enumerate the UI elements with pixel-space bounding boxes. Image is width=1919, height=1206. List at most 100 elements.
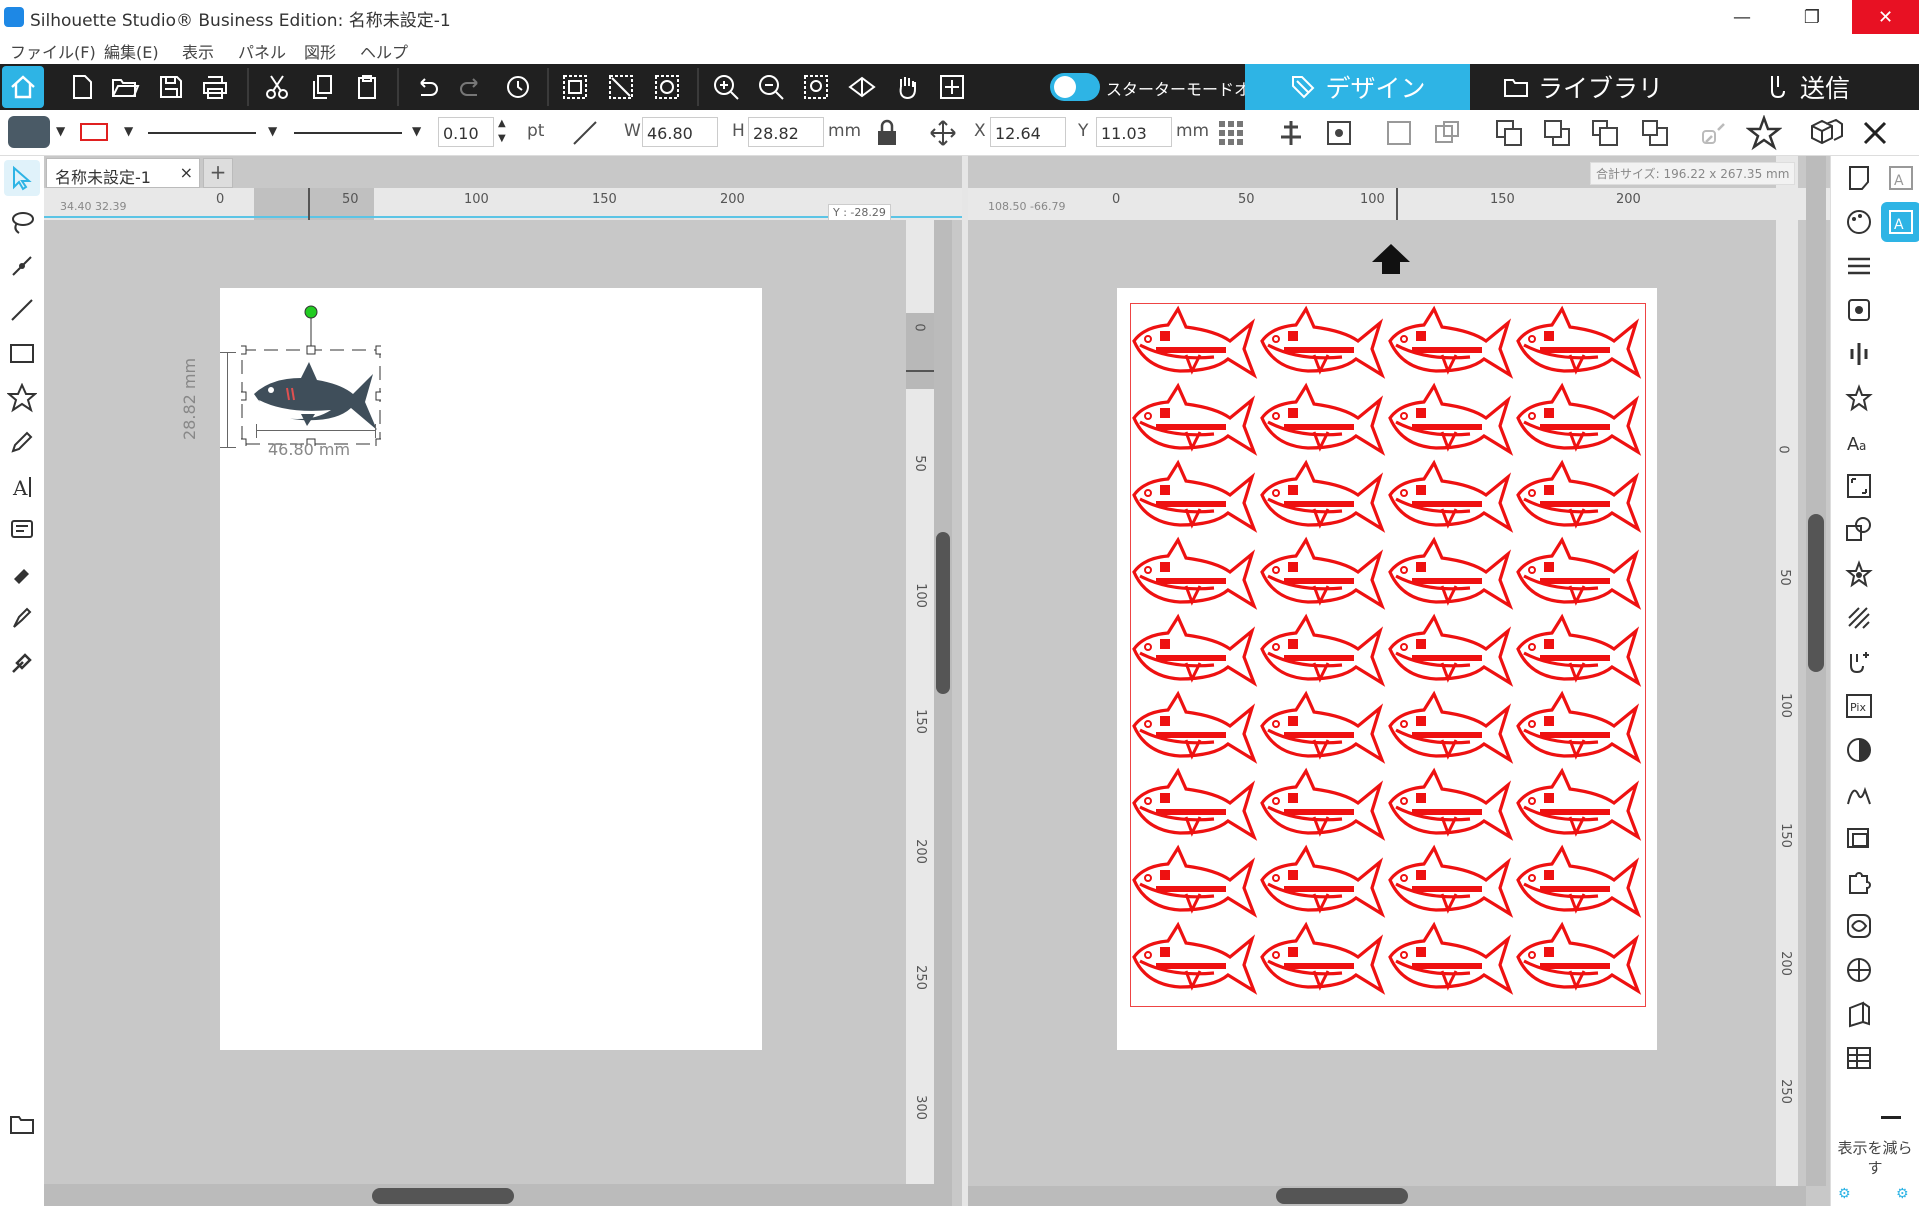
eraser-tool[interactable]: [4, 556, 40, 592]
redo-button[interactable]: [454, 70, 488, 104]
tab-send[interactable]: 送信: [1695, 64, 1919, 110]
line-width-input[interactable]: 0.10: [438, 117, 494, 147]
eyedropper-tool[interactable]: [4, 644, 40, 680]
align-center-icon[interactable]: [1276, 118, 1306, 148]
modify-panel[interactable]: [1841, 512, 1877, 548]
cut-preview-canvas[interactable]: 108.50 -66.79 0 50 100 150 200 0 50 100 …: [968, 156, 1830, 1206]
bring-forward-icon[interactable]: [1590, 118, 1620, 148]
menu-shapes[interactable]: 図形: [304, 39, 336, 63]
pixscan-panel[interactable]: Pix: [1841, 688, 1877, 724]
save-button[interactable]: [154, 70, 188, 104]
zoom-fit-button[interactable]: [799, 70, 833, 104]
align-panel[interactable]: [1841, 336, 1877, 372]
scale-panel[interactable]: [1841, 468, 1877, 504]
bring-to-front-icon[interactable]: [1494, 118, 1524, 148]
3d-panel[interactable]: [1841, 996, 1877, 1032]
menu-edit[interactable]: 編集(E): [104, 39, 159, 63]
fill-color-swatch[interactable]: [8, 116, 50, 148]
compound-path-button[interactable]: [650, 70, 684, 104]
design-canvas[interactable]: 34.40 32.39 0 50 100 150 200 Y : -28.29 …: [44, 188, 962, 1206]
line-join-dropdown-icon[interactable]: ▼: [412, 124, 421, 138]
favorite-star-icon[interactable]: [1746, 115, 1782, 151]
fill-panel[interactable]: [1841, 204, 1877, 240]
line-style-preview[interactable]: [148, 132, 256, 134]
collapse-bar-icon[interactable]: [1881, 1116, 1901, 1119]
library-star-panel[interactable]: [1841, 556, 1877, 592]
paste-button[interactable]: [350, 70, 384, 104]
text-style-panel[interactable]: A: [1883, 160, 1919, 196]
document-tab-close[interactable]: ×: [180, 163, 193, 182]
line-style-dropdown-icon[interactable]: ▼: [268, 124, 277, 138]
text-tool[interactable]: A: [4, 468, 40, 504]
pan-button[interactable]: [890, 70, 924, 104]
replicate-panel[interactable]: [1841, 380, 1877, 416]
fill-dropdown-icon[interactable]: ▼: [56, 124, 65, 138]
send-panel-active[interactable]: A: [1881, 202, 1919, 242]
note-tool[interactable]: [4, 512, 40, 548]
close-panel-icon[interactable]: [1860, 118, 1890, 148]
minimize-button[interactable]: —: [1712, 0, 1772, 34]
send-to-back-icon[interactable]: [1542, 118, 1572, 148]
show-less-button[interactable]: 表示を減らす: [1833, 1138, 1917, 1178]
weld-icon[interactable]: [1384, 118, 1414, 148]
offset-panel[interactable]: [1841, 908, 1877, 944]
x-position-input[interactable]: 12.64: [990, 117, 1066, 147]
horizontal-scrollbar[interactable]: [44, 1184, 952, 1206]
image-panel[interactable]: [1841, 292, 1877, 328]
rhinestone-panel[interactable]: [1841, 952, 1877, 988]
page-setup-panel[interactable]: [1841, 160, 1877, 196]
width-input[interactable]: 46.80: [642, 117, 718, 147]
menu-help[interactable]: ヘルプ: [360, 39, 408, 63]
layers-panel[interactable]: [1841, 1040, 1877, 1076]
move-icon[interactable]: [928, 118, 958, 148]
knife-tool[interactable]: [4, 600, 40, 636]
stroke-color-swatch[interactable]: [80, 123, 108, 141]
line-join-preview[interactable]: [294, 132, 402, 134]
restore-button[interactable]: ❐: [1782, 0, 1842, 34]
sketch-panel[interactable]: [1841, 600, 1877, 636]
3d-cubes-icon[interactable]: [1808, 116, 1844, 150]
polygon-tool[interactable]: [4, 380, 40, 416]
reference-point-icon[interactable]: [1216, 118, 1246, 148]
new-file-button[interactable]: [65, 70, 99, 104]
line-style-panel[interactable]: [1841, 248, 1877, 284]
trace-panel[interactable]: [1841, 732, 1877, 768]
cut-button[interactable]: [260, 70, 294, 104]
height-input[interactable]: 28.82: [748, 117, 824, 147]
line-tool[interactable]: [4, 292, 40, 328]
tab-library[interactable]: ライブラリ: [1470, 64, 1695, 110]
sketch-font-panel[interactable]: [1841, 776, 1877, 812]
vertical-scrollbar[interactable]: [934, 220, 952, 1184]
zoom-in-button[interactable]: [709, 70, 743, 104]
group-button[interactable]: [558, 70, 592, 104]
preview-vertical-scrollbar[interactable]: [1806, 156, 1826, 1186]
center-to-page-icon[interactable]: [1324, 118, 1354, 148]
stroke-dropdown-icon[interactable]: ▼: [124, 124, 133, 138]
add-document-button[interactable]: +: [203, 158, 233, 188]
menu-panel[interactable]: パネル: [238, 39, 286, 63]
y-position-input[interactable]: 11.03: [1096, 117, 1172, 147]
open-button[interactable]: [108, 70, 142, 104]
lock-aspect-icon[interactable]: [874, 118, 900, 148]
home-button[interactable]: [2, 66, 44, 108]
tab-design[interactable]: デザイン: [1245, 64, 1470, 110]
font-panel[interactable]: Aa: [1841, 424, 1877, 460]
menu-file[interactable]: ファイル(F): [10, 39, 96, 63]
print-cut-panel[interactable]: [1841, 820, 1877, 856]
select-tool[interactable]: [4, 160, 40, 196]
send-add-panel[interactable]: [1841, 644, 1877, 680]
line-width-stepper[interactable]: ▲ ▼: [498, 116, 506, 146]
subtract-icon[interactable]: [1432, 118, 1462, 148]
starter-mode-toggle[interactable]: [1050, 73, 1100, 101]
preview-horizontal-scrollbar[interactable]: [968, 1186, 1806, 1206]
zoom-page-button[interactable]: [845, 70, 879, 104]
zoom-out-button[interactable]: [754, 70, 788, 104]
print-button[interactable]: [198, 70, 232, 104]
puzzle-panel[interactable]: [1841, 864, 1877, 900]
settings-gear-icon[interactable]: ⚙: [1838, 1186, 1851, 1202]
undo-button[interactable]: [410, 70, 444, 104]
lasso-tool[interactable]: [4, 204, 40, 240]
ungroup-button[interactable]: [604, 70, 638, 104]
move-view-button[interactable]: [935, 70, 969, 104]
draw-tool[interactable]: [4, 424, 40, 460]
